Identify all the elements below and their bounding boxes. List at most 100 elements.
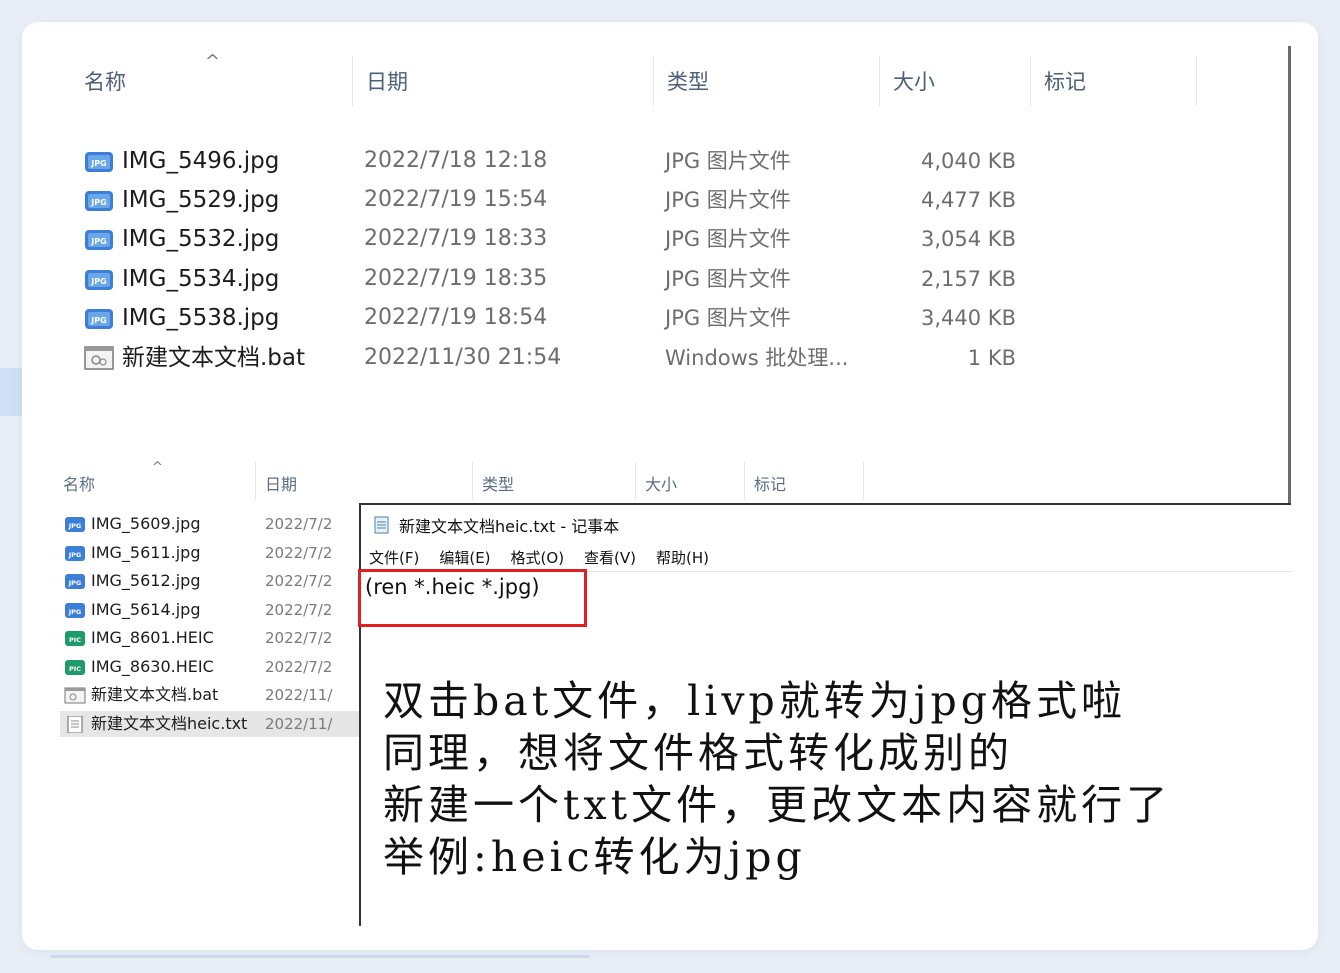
file-date: 2022/11/ [265, 715, 333, 733]
file-row-selected[interactable]: 新建文本文档heic.txt 2022/11/ [60, 711, 360, 737]
svg-text:JPG: JPG [68, 522, 82, 530]
svg-text:JPG: JPG [68, 608, 82, 616]
file-date: 2022/11/30 21:54 [364, 345, 562, 370]
svg-text:JPG: JPG [68, 579, 82, 587]
menu-file[interactable]: 文件(F) [369, 547, 419, 568]
file-name: IMG_5614.jpg [91, 600, 201, 619]
note-line: 新建一个txt文件，更改文本内容就行了 [383, 781, 1172, 829]
file-row[interactable]: JPG IMG_5529.jpg 2022/7/19 15:54 JPG 图片文… [48, 181, 1248, 219]
notepad-title: 新建文本文档heic.txt - 记事本 [399, 517, 620, 536]
file-type: JPG 图片文件 [665, 149, 791, 173]
bat-file-icon [84, 346, 114, 370]
notepad-icon [374, 516, 389, 534]
column-separator[interactable] [744, 462, 745, 500]
column-separator[interactable] [635, 462, 636, 500]
column-header-size[interactable]: 大小 [645, 471, 677, 495]
menu-edit[interactable]: 编辑(E) [439, 547, 490, 568]
menu-help[interactable]: 帮助(H) [656, 547, 709, 568]
jpg-file-icon: JPG [85, 152, 113, 172]
file-row[interactable]: 新建文本文档.bat 2022/11/30 21:54 Windows 批处理.… [48, 339, 1248, 377]
file-date: 2022/7/19 18:33 [364, 226, 548, 251]
jpg-file-icon: JPG [85, 309, 113, 329]
file-name: IMG_5609.jpg [91, 514, 201, 533]
file-type: Windows 批处理... [665, 346, 849, 370]
column-separator[interactable] [1030, 56, 1031, 106]
notepad-window: 新建文本文档heic.txt - 记事本 文件(F) 编辑(E) 格式(O) 查… [358, 503, 1291, 926]
file-row[interactable]: JPG IMG_5538.jpg 2022/7/19 18:54 JPG 图片文… [48, 299, 1248, 337]
file-type: JPG 图片文件 [665, 188, 791, 212]
file-type: JPG 图片文件 [665, 267, 791, 291]
sort-ascending-icon[interactable]: ^ [205, 51, 220, 72]
file-type: JPG 图片文件 [665, 306, 791, 330]
column-header-type[interactable]: 类型 [482, 471, 514, 495]
file-date: 2022/11/ [265, 686, 333, 704]
file-date: 2022/7/19 15:54 [364, 187, 548, 212]
column-header-name[interactable]: 名称 [63, 471, 95, 495]
svg-text:JPG: JPG [68, 551, 82, 559]
column-separator[interactable] [472, 462, 473, 500]
file-row[interactable]: JPG IMG_5496.jpg 2022/7/18 12:18 JPG 图片文… [48, 142, 1248, 180]
jpg-file-icon: JPG [65, 517, 85, 532]
file-size: 2,157 KB [921, 267, 1016, 291]
column-header-type[interactable]: 类型 [667, 66, 709, 96]
jpg-file-icon: JPG [85, 270, 113, 290]
svg-text:JPG: JPG [90, 198, 106, 207]
bat-file-icon [64, 687, 86, 704]
svg-text:PIC: PIC [69, 665, 81, 673]
file-size: 4,477 KB [921, 188, 1016, 212]
file-name: IMG_5534.jpg [122, 266, 280, 292]
notepad-titlebar[interactable]: 新建文本文档heic.txt - 记事本 [373, 511, 619, 539]
left-accent-bar [0, 368, 22, 416]
file-row[interactable]: JPG IMG_5534.jpg 2022/7/19 18:35 JPG 图片文… [48, 260, 1248, 298]
column-separator[interactable] [352, 56, 353, 106]
file-size: 3,440 KB [921, 306, 1016, 330]
file-size: 4,040 KB [921, 149, 1016, 173]
jpg-file-icon: JPG [65, 546, 85, 561]
column-header-size[interactable]: 大小 [893, 66, 935, 96]
column-separator[interactable] [879, 56, 880, 106]
column-header-name[interactable]: 名称 [84, 66, 126, 96]
file-row[interactable]: JPG IMG_5609.jpg 2022/7/2 [60, 511, 350, 537]
file-name: 新建文本文档heic.txt [91, 714, 248, 733]
file-row[interactable]: JPG IMG_5611.jpg 2022/7/2 [60, 540, 350, 566]
column-header-tag[interactable]: 标记 [754, 471, 786, 495]
svg-text:JPG: JPG [90, 316, 106, 325]
file-name: IMG_8601.HEIC [91, 628, 214, 647]
file-row[interactable]: 新建文本文档.bat 2022/11/ [60, 682, 350, 708]
file-date: 2022/7/2 [265, 544, 333, 562]
file-name: 新建文本文档.bat [122, 345, 306, 371]
file-name: IMG_5612.jpg [91, 571, 201, 590]
file-name: IMG_5538.jpg [122, 305, 280, 331]
column-header-tag[interactable]: 标记 [1044, 66, 1086, 96]
heic-file-icon: PIC [65, 631, 85, 646]
file-row[interactable]: PIC IMG_8601.HEIC 2022/7/2 [60, 625, 350, 651]
file-name: IMG_5529.jpg [122, 187, 280, 213]
scrollbar[interactable] [50, 955, 590, 958]
menu-view[interactable]: 查看(V) [584, 547, 636, 568]
file-date: 2022/7/2 [265, 515, 333, 533]
file-row[interactable]: JPG IMG_5614.jpg 2022/7/2 [60, 597, 350, 623]
column-header-date[interactable]: 日期 [265, 471, 297, 495]
column-separator[interactable] [255, 462, 256, 500]
jpg-file-icon: JPG [65, 603, 85, 618]
column-header-date[interactable]: 日期 [366, 66, 408, 96]
jpg-file-icon: JPG [85, 230, 113, 250]
column-separator[interactable] [863, 462, 864, 500]
file-date: 2022/7/2 [265, 658, 333, 676]
column-separator[interactable] [653, 56, 654, 106]
file-name: 新建文本文档.bat [91, 685, 219, 704]
file-name: IMG_5496.jpg [122, 148, 280, 174]
sort-ascending-icon[interactable]: ^ [152, 460, 163, 475]
heic-file-icon: PIC [65, 660, 85, 675]
file-row[interactable]: PIC IMG_8630.HEIC 2022/7/2 [60, 654, 350, 680]
file-type: JPG 图片文件 [665, 227, 791, 251]
column-separator[interactable] [1196, 56, 1197, 106]
jpg-file-icon: JPG [85, 191, 113, 211]
file-date: 2022/7/2 [265, 572, 333, 590]
file-size: 1 KB [967, 346, 1016, 370]
file-date: 2022/7/19 18:54 [364, 305, 548, 330]
file-row[interactable]: JPG IMG_5532.jpg 2022/7/19 18:33 JPG 图片文… [48, 220, 1248, 258]
file-row[interactable]: JPG IMG_5612.jpg 2022/7/2 [60, 568, 350, 594]
svg-text:JPG: JPG [90, 159, 106, 168]
menu-format[interactable]: 格式(O) [511, 547, 565, 568]
